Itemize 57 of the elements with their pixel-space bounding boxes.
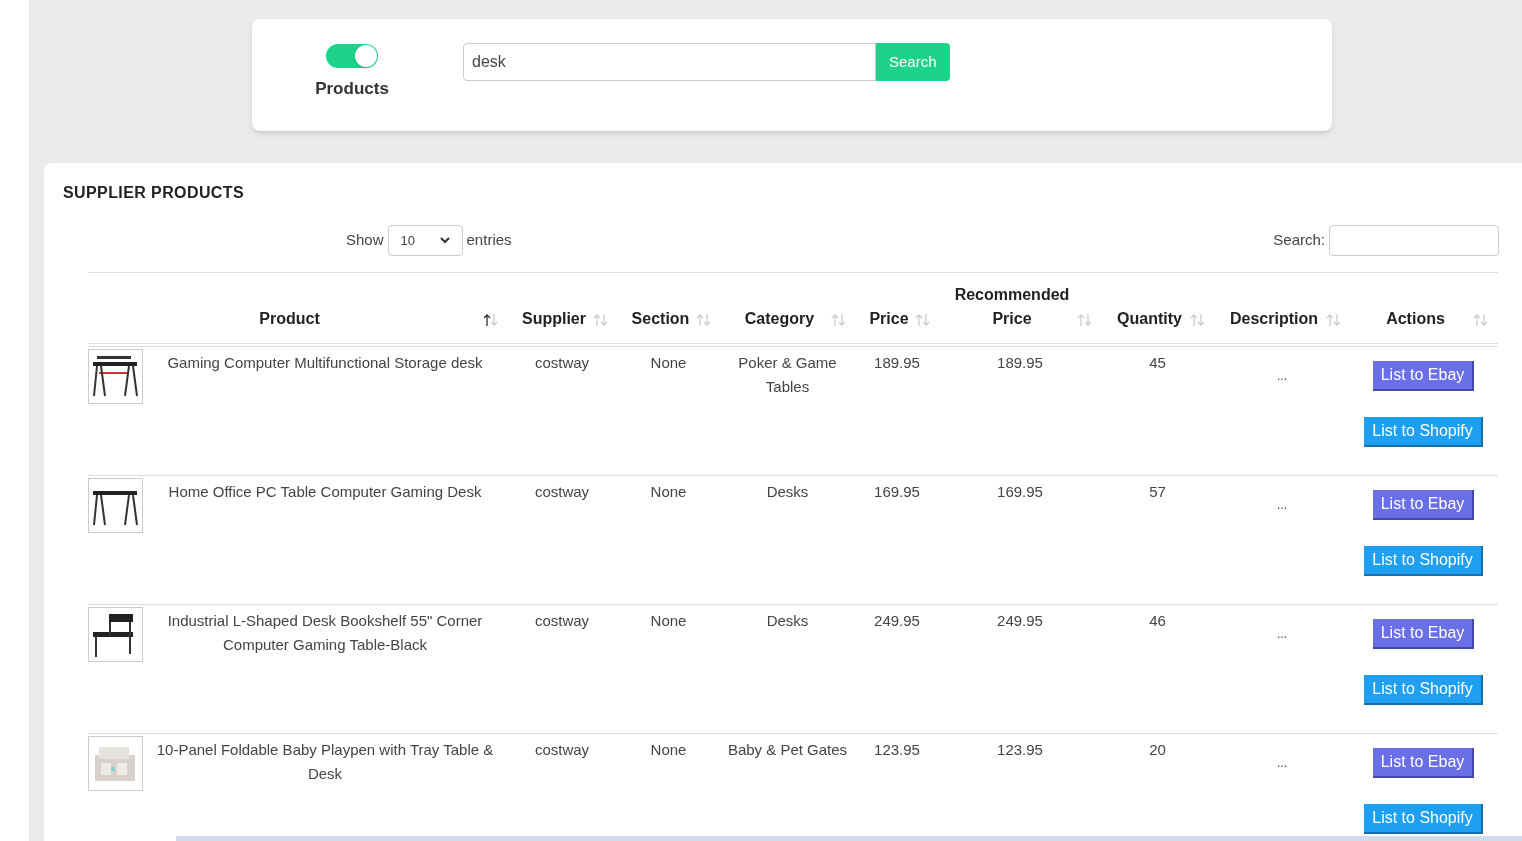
table-cell: 46 [1149,612,1166,629]
table-cell: costway [534,612,590,629]
list-to-ebay-button[interactable]: List to Ebay [1372,619,1475,649]
table-search-field[interactable] [1329,225,1499,256]
column-header[interactable]: Quantity [1109,307,1190,331]
entries-label: entries [466,230,512,251]
list-to-ebay-button[interactable]: List to Ebay [1372,748,1475,778]
table-cell: 249.95 [874,612,920,629]
column-header[interactable]: Category [728,307,831,331]
table-cell: costway [534,483,590,500]
column-header[interactable]: Recommended Price [947,283,1077,331]
table-cell: 123.95 [874,741,920,758]
table-cell: ... [1277,498,1287,512]
list-to-ebay-button[interactable]: List to Ebay [1372,490,1475,520]
table-cell: 20 [1149,741,1166,758]
table-cell: ... [1277,627,1287,641]
table-cell-text: Industrial L-Shaped Desk Bookshelf 55" Corner Computer Gaming Table-Black [166,611,484,655]
column-header[interactable]: Product [96,307,483,331]
table-cell-text: Gaming Computer Multifunctional Storage desk [166,353,484,373]
chevron-down-icon [439,237,450,244]
horizontal-scrollbar[interactable] [176,836,1522,841]
table-cell: None [650,483,687,500]
column-header[interactable]: Description [1222,307,1326,331]
table-cell: 123.95 [997,741,1043,758]
toggle-switch[interactable] [326,44,378,68]
search-label: Search: [1273,230,1325,251]
table-cell-text: Home Office PC Table Computer Gaming Desk [167,482,483,502]
table-cell: Poker & Game Tables [738,354,837,395]
sort-icon[interactable] [483,313,499,327]
table-cell: 189.95 [997,354,1043,371]
table-cell: 45 [1149,354,1166,371]
table-cell: costway [534,354,590,371]
table-cell: Desks [766,483,809,500]
table-cell: None [650,354,687,371]
show-label: Show [346,230,384,251]
column-header[interactable]: Supplier [515,307,593,331]
table-cell: 189.95 [874,354,920,371]
table-cell: 169.95 [874,483,920,500]
page-size-select[interactable]: 10 [387,225,463,256]
column-header[interactable]: Section [625,307,696,331]
table-cell: Desks [766,612,809,629]
table-cell: 249.95 [997,612,1043,629]
table-cell: ... [1277,756,1287,770]
table-cell: None [650,612,687,629]
panel-title: SUPPLIER PRODUCTS [63,183,246,203]
table-cell: 57 [1149,483,1166,500]
column-header[interactable]: Price [863,307,915,331]
table-cell: 169.95 [997,483,1043,500]
table-cell: Baby & Pet Gates [727,741,848,758]
table-cell: ... [1277,369,1287,383]
table-cell: None [650,741,687,758]
table-cell-text: 10-Panel Foldable Baby Playpen with Tray Table & Desk [155,740,495,784]
table-cell: costway [534,741,590,758]
search-field[interactable]: desk [463,43,876,81]
column-header[interactable]: Actions [1358,307,1473,331]
list-to-ebay-button[interactable]: List to Ebay [1372,361,1475,391]
toggle-label: Products [315,78,389,100]
